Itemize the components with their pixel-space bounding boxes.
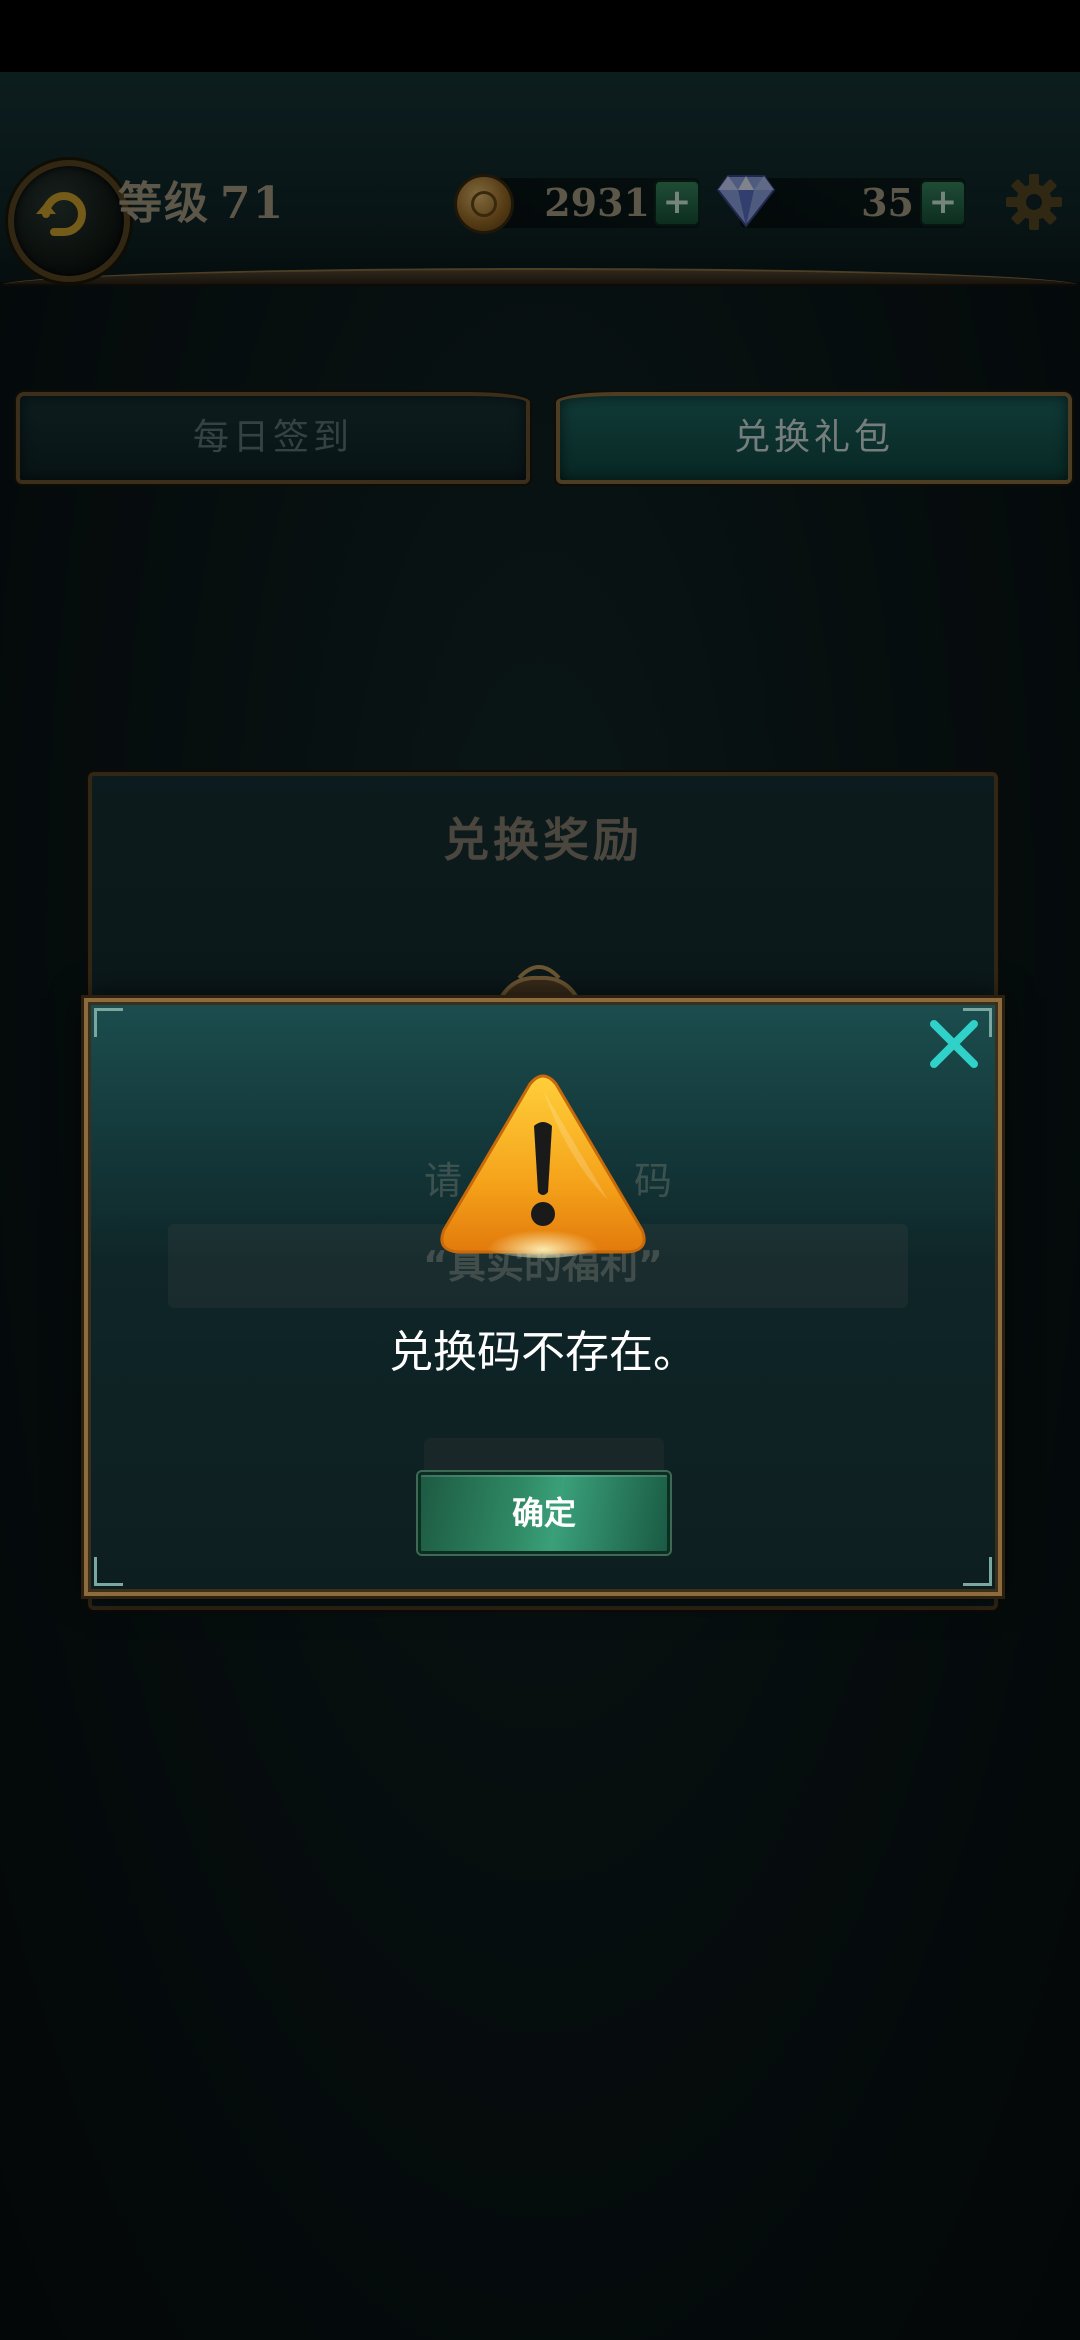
corner-ornament <box>94 1557 123 1586</box>
corner-ornament <box>963 1557 992 1586</box>
corner-ornament <box>94 1008 123 1037</box>
error-message: 兑换码不存在。 <box>389 1327 697 1378</box>
faint-prompt-right: 码 <box>633 1159 672 1203</box>
close-icon[interactable] <box>926 1016 982 1072</box>
warning-icon <box>440 1074 646 1258</box>
confirm-button[interactable]: 确定 <box>418 1472 670 1554</box>
error-dialog: 请 码 “真实的福利” 兑换码不存在。 确定 <box>84 998 1002 1596</box>
